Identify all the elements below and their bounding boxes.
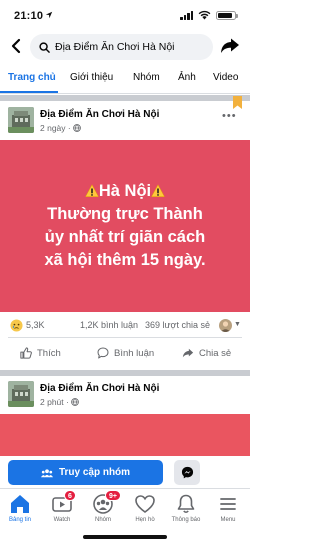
cellular-signal-icon	[180, 10, 193, 20]
post-image[interactable]	[0, 414, 250, 460]
thumbs-up-icon	[20, 347, 32, 359]
post-image-text: Hà Nội Thường trực Thành ủy nhất trí giã…	[10, 180, 240, 272]
tab-photos[interactable]: Ảnh	[178, 72, 196, 83]
bookmark-icon	[233, 96, 242, 109]
globe-icon	[72, 124, 81, 132]
tabbar-notifications[interactable]: Thông báo	[168, 493, 204, 523]
status-bar: 21:10	[0, 0, 250, 30]
watch-badge: 6	[64, 490, 76, 501]
dating-icon	[135, 495, 155, 513]
tab-about[interactable]: Giới thiệu	[70, 72, 113, 83]
sad-reaction-icon[interactable]	[10, 319, 23, 332]
post-more-button[interactable]: •••	[222, 110, 237, 122]
search-input[interactable]: Địa Điểm Ăn Chơi Hà Nội	[30, 34, 213, 60]
status-icons	[180, 10, 238, 20]
tabbar-groups-label: Nhóm	[94, 517, 111, 523]
page-avatar[interactable]	[8, 107, 34, 133]
tabbar-home[interactable]: Bảng tin	[2, 493, 38, 523]
viewer-avatar[interactable]	[219, 319, 232, 332]
tabbar-notifications-label: Thông báo	[171, 517, 201, 523]
search-icon	[39, 41, 50, 53]
like-button[interactable]: Thích	[20, 347, 61, 359]
tabbar-home-label: Bảng tin	[8, 517, 32, 523]
globe-icon	[70, 398, 79, 406]
group-action-bar: Truy cập nhóm	[0, 456, 250, 488]
page-name[interactable]: Địa Điểm Ăn Chơi Hà Nội	[40, 383, 159, 394]
share-button[interactable]	[220, 37, 240, 55]
post-header: Địa Điểm Ăn Chơi Hà Nội 2 phút ·	[0, 376, 250, 414]
post-header: Địa Điểm Ăn Chơi Hà Nội 2 ngày · •••	[0, 101, 250, 139]
visit-group-label: Truy cập nhóm	[58, 467, 131, 478]
comment-icon	[97, 347, 109, 359]
home-indicator	[83, 535, 167, 539]
banner-line-1: Hà Nội	[10, 180, 240, 203]
post-time-text: 2 phút ·	[40, 397, 69, 407]
tab-groups[interactable]: Nhóm	[133, 72, 160, 83]
comment-label: Bình luận	[114, 347, 155, 359]
banner-line-2: Thường trực Thành	[47, 205, 203, 223]
comments-count[interactable]: 1,2K bình luận	[80, 320, 138, 330]
like-label: Thích	[37, 347, 61, 359]
comment-button[interactable]: Bình luận	[97, 347, 154, 359]
chevron-down-icon[interactable]: ▼	[234, 321, 241, 328]
banner-line-1-text: Hà Nội	[98, 182, 152, 200]
post-actions: Thích Bình luận Chia sẻ	[0, 342, 250, 366]
page-avatar[interactable]	[8, 381, 34, 407]
location-arrow-icon	[45, 11, 53, 19]
home-icon	[11, 495, 29, 513]
menu-icon	[220, 498, 236, 510]
building-image	[8, 107, 34, 133]
share-icon	[182, 348, 194, 358]
tabbar-watch[interactable]: 6 Watch	[44, 490, 80, 523]
building-image	[8, 381, 34, 407]
group-icon	[40, 468, 53, 477]
messenger-button[interactable]	[174, 460, 200, 485]
status-time: 21:10	[14, 10, 44, 22]
banner-line-4: xã hội thêm 15 ngày.	[44, 251, 206, 269]
tab-videos[interactable]: Video	[213, 72, 238, 83]
bottom-tab-bar: Bảng tin 6 Watch 9+ Nhóm Hẹn hò Thông bá…	[0, 488, 250, 542]
tabbar-menu-label: Menu	[220, 517, 236, 523]
banner-line-3: ủy nhất trí giãn cách	[44, 228, 206, 246]
share-label: Chia sẻ	[199, 347, 232, 359]
tabbar-menu[interactable]: Menu	[210, 493, 246, 523]
tabbar-dating[interactable]: Hẹn hò	[127, 493, 163, 523]
shares-count[interactable]: 369 lượt chia sẻ	[145, 320, 210, 330]
tabbar-groups[interactable]: 9+ Nhóm	[85, 490, 121, 523]
warning-icon	[151, 184, 165, 197]
post-reactions-summary: 5,3K 1,2K bình luận 369 lượt chia sẻ ▼	[0, 318, 250, 334]
wifi-icon	[198, 10, 211, 20]
reactions-count[interactable]: 5,3K	[26, 320, 45, 330]
post-time-text: 2 ngày ·	[40, 123, 71, 133]
active-tab-indicator	[0, 91, 58, 93]
search-query: Địa Điểm Ăn Chơi Hà Nội	[55, 41, 175, 53]
battery-level	[218, 12, 232, 18]
divider	[8, 337, 242, 338]
page-name[interactable]: Địa Điểm Ăn Chơi Hà Nội	[40, 109, 159, 120]
battery-icon	[216, 10, 238, 20]
groups-badge: 9+	[105, 490, 121, 501]
tabbar-watch-label: Watch	[53, 517, 71, 523]
post-image[interactable]: Hà Nội Thường trực Thành ủy nhất trí giã…	[0, 140, 250, 312]
visit-group-button[interactable]: Truy cập nhóm	[8, 460, 163, 485]
post-time: 2 ngày ·	[40, 123, 81, 133]
warning-icon	[85, 184, 99, 197]
back-button[interactable]	[8, 37, 24, 55]
nav-bar: Địa Điểm Ăn Chơi Hà Nội	[0, 31, 250, 61]
tab-home[interactable]: Trang chủ	[8, 72, 56, 83]
post-time: 2 phút ·	[40, 397, 79, 407]
share-post-button[interactable]: Chia sẻ	[182, 347, 231, 359]
page-tabs: Trang chủ Giới thiệu Nhóm Ảnh Video	[0, 64, 250, 94]
bell-icon	[177, 494, 195, 514]
messenger-icon	[181, 466, 193, 479]
tabbar-dating-label: Hẹn hò	[135, 517, 155, 523]
